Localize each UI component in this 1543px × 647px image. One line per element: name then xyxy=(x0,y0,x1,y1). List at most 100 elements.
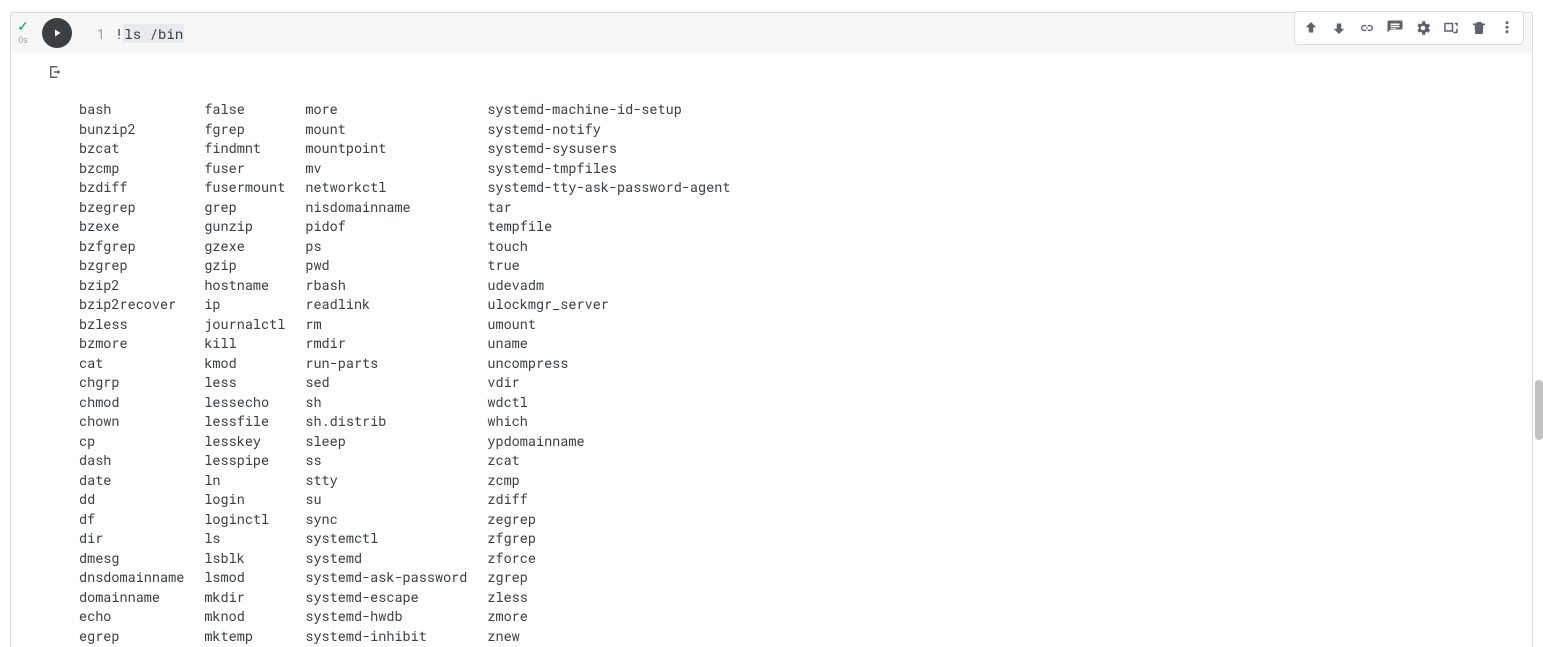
output-item: systemd-tmpfiles xyxy=(487,159,730,179)
link-icon xyxy=(1358,19,1376,37)
output-item: kmod xyxy=(204,354,285,374)
output-item: sync xyxy=(305,510,467,530)
output-item: grep xyxy=(204,198,285,218)
output-item: df xyxy=(79,510,184,530)
output-item: lesspipe xyxy=(204,451,285,471)
output-column: falsefgrepfindmntfuserfusermountgrepgunz… xyxy=(204,100,285,646)
output-item: bunzip2 xyxy=(79,120,184,140)
comment-button[interactable] xyxy=(1381,14,1409,42)
output-item: pidof xyxy=(305,217,467,237)
line-number: 1 xyxy=(87,24,105,43)
output-item: uncompress xyxy=(487,354,730,374)
output-item: bzegrep xyxy=(79,198,184,218)
settings-button[interactable] xyxy=(1409,14,1437,42)
output-item: bzmore xyxy=(79,334,184,354)
output-item: nisdomainname xyxy=(305,198,467,218)
output-item: echo xyxy=(79,607,184,627)
output-item: journalctl xyxy=(204,315,285,335)
arrow-down-icon xyxy=(1330,19,1348,37)
output-item: zforce xyxy=(487,549,730,569)
cell-toolbar xyxy=(1294,11,1524,45)
output-item: rmdir xyxy=(305,334,467,354)
code-cell: ✓ 0s 1 !ls /bin bashbunzip2bzcatbzcmpbzd… xyxy=(10,12,1533,647)
more-button[interactable] xyxy=(1493,14,1521,42)
output-item: date xyxy=(79,471,184,491)
output-item: sed xyxy=(305,373,467,393)
output-item: tempfile xyxy=(487,217,730,237)
output-item: rbash xyxy=(305,276,467,296)
output-item: dir xyxy=(79,529,184,549)
move-down-button[interactable] xyxy=(1325,14,1353,42)
output-item: bzdiff xyxy=(79,178,184,198)
output-item: uname xyxy=(487,334,730,354)
output-item: mknod xyxy=(204,607,285,627)
output-item: zcmp xyxy=(487,471,730,491)
output-item: sh.distrib xyxy=(305,412,467,432)
output-item: lesskey xyxy=(204,432,285,452)
output-item: true xyxy=(487,256,730,276)
mirror-button[interactable] xyxy=(1437,14,1465,42)
output-item: ulockmgr_server xyxy=(487,295,730,315)
output-item: systemd-tty-ask-password-agent xyxy=(487,178,730,198)
output-item: networkctl xyxy=(305,178,467,198)
output-indicator-icon[interactable] xyxy=(47,63,65,81)
output-item: znew xyxy=(487,627,730,647)
output-item: bzless xyxy=(79,315,184,335)
code-text: !ls /bin xyxy=(115,24,184,43)
output-item: mount xyxy=(305,120,467,140)
output-item: systemd-notify xyxy=(487,120,730,140)
output-item: bzip2recover xyxy=(79,295,184,315)
arrow-up-icon xyxy=(1302,19,1320,37)
output-item: mktemp xyxy=(204,627,285,647)
more-vert-icon xyxy=(1498,19,1516,37)
output-item: dd xyxy=(79,490,184,510)
output-item: egrep xyxy=(79,627,184,647)
output-item: vdir xyxy=(487,373,730,393)
output-item: ls xyxy=(204,529,285,549)
output-item: zdiff xyxy=(487,490,730,510)
move-up-button[interactable] xyxy=(1297,14,1325,42)
output-column: bashbunzip2bzcatbzcmpbzdiffbzegrepbzexeb… xyxy=(79,100,184,646)
output-item: lsblk xyxy=(204,549,285,569)
output-item: systemd-ask-password xyxy=(305,568,467,588)
output-item: systemd-hwdb xyxy=(305,607,467,627)
output-item: chmod xyxy=(79,393,184,413)
execution-time: 0s xyxy=(18,35,28,45)
output-item: run-parts xyxy=(305,354,467,374)
play-icon xyxy=(51,27,63,39)
output-item: bzexe xyxy=(79,217,184,237)
output-item: mv xyxy=(305,159,467,179)
output-item: zegrep xyxy=(487,510,730,530)
output-item: bzfgrep xyxy=(79,237,184,257)
output-item: pwd xyxy=(305,256,467,276)
output-item: zcat xyxy=(487,451,730,471)
output-item: hostname xyxy=(204,276,285,296)
output-item: systemd-inhibit xyxy=(305,627,467,647)
output-item: cp xyxy=(79,432,184,452)
output-item: domainname xyxy=(79,588,184,608)
output-item: cat xyxy=(79,354,184,374)
run-cell-button[interactable] xyxy=(42,18,72,48)
output-item: ps xyxy=(305,237,467,257)
cell-output: bashbunzip2bzcatbzcmpbzdiffbzegrepbzexeb… xyxy=(79,61,1532,647)
output-item: bash xyxy=(79,100,184,120)
output-item: sh xyxy=(305,393,467,413)
output-item: bzcat xyxy=(79,139,184,159)
output-item: login xyxy=(204,490,285,510)
check-icon: ✓ xyxy=(17,19,29,33)
delete-button[interactable] xyxy=(1465,14,1493,42)
output-item: findmnt xyxy=(204,139,285,159)
output-item: zfgrep xyxy=(487,529,730,549)
vertical-scrollbar-thumb[interactable] xyxy=(1535,380,1543,440)
output-item: kill xyxy=(204,334,285,354)
output-column: systemd-machine-id-setupsystemd-notifysy… xyxy=(487,100,730,646)
output-item: systemd-escape xyxy=(305,588,467,608)
mirror-tab-icon xyxy=(1442,19,1460,37)
output-item: zless xyxy=(487,588,730,608)
output-item: bzcmp xyxy=(79,159,184,179)
output-item: bzip2 xyxy=(79,276,184,296)
link-button[interactable] xyxy=(1353,14,1381,42)
output-item: fusermount xyxy=(204,178,285,198)
output-item: ip xyxy=(204,295,285,315)
output-item: stty xyxy=(305,471,467,491)
